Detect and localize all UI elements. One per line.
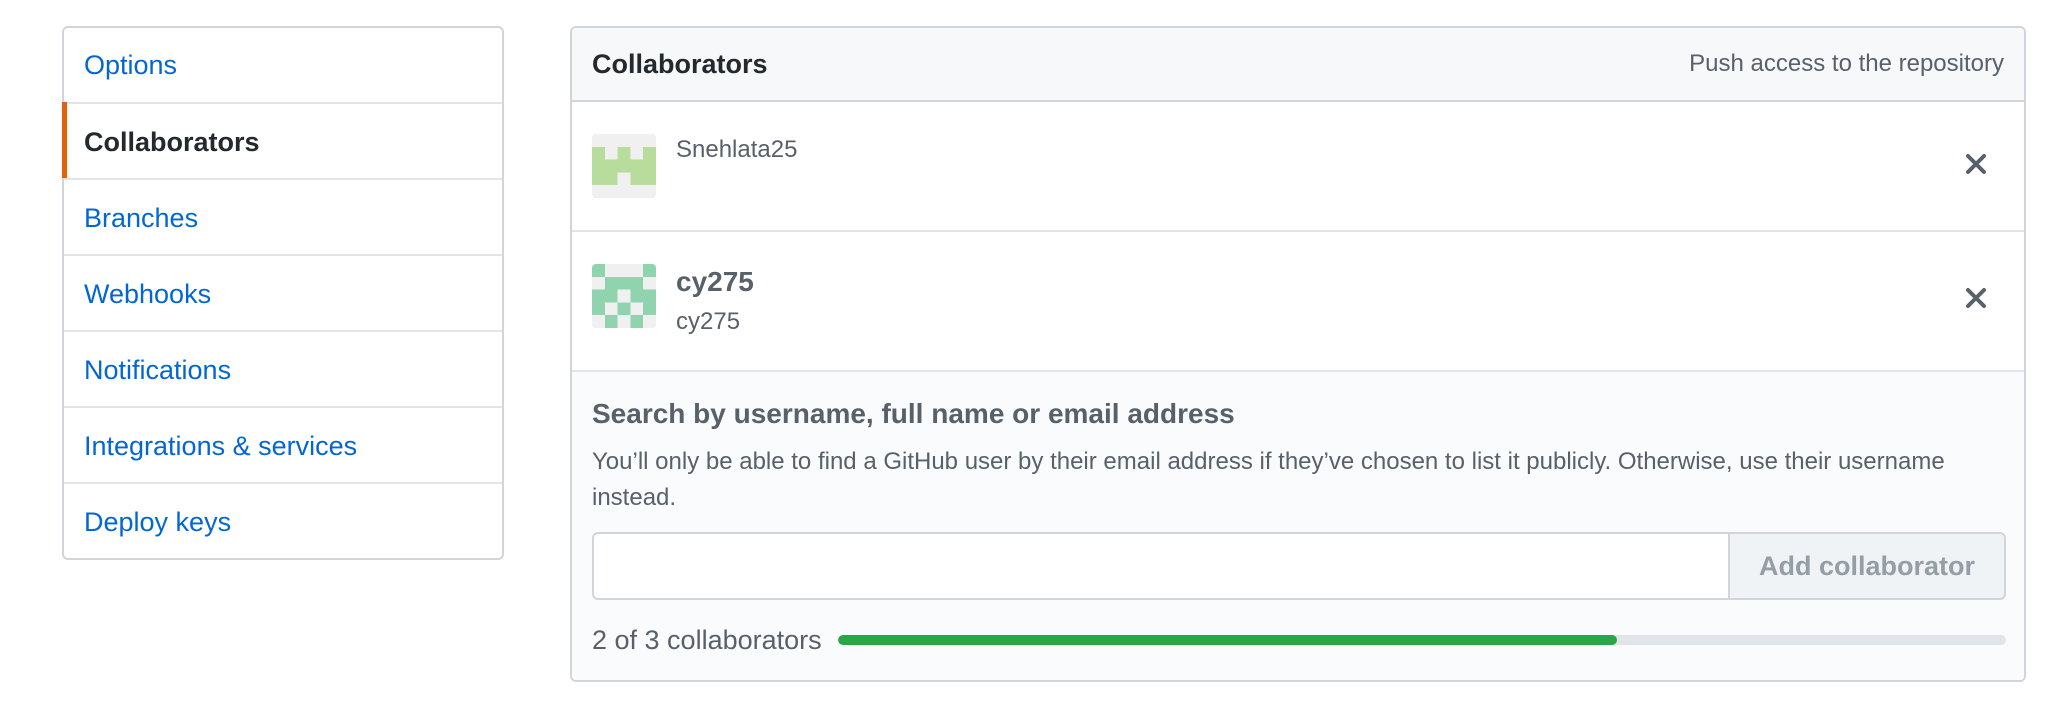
add-collaborator-section: Search by username, full name or email a… xyxy=(572,372,2024,680)
close-icon xyxy=(1966,154,1986,174)
collaborator-count-row: 2 of 3 collaborators xyxy=(592,620,2006,660)
menu-item-deploy-keys[interactable]: Deploy keys xyxy=(64,482,502,558)
remove-collaborator-button[interactable] xyxy=(1958,146,1994,182)
close-icon xyxy=(1966,288,1986,308)
menu-item-notifications[interactable]: Notifications xyxy=(64,330,502,406)
menu-item-webhooks[interactable]: Webhooks xyxy=(64,254,502,330)
avatar[interactable] xyxy=(592,134,656,198)
collaborator-progress-fill xyxy=(837,635,1617,645)
collaborator-count: 2 of 3 collaborators xyxy=(592,624,822,655)
remove-collaborator-button[interactable] xyxy=(1958,280,1994,316)
add-collaborator-form: Add collaborator xyxy=(592,532,2006,600)
collaborator-name[interactable]: cy275 xyxy=(676,266,754,298)
collaborator-row: cy275 cy275 xyxy=(572,232,2024,372)
identicon-image xyxy=(592,134,656,198)
add-collaborator-heading: Search by username, full name or email a… xyxy=(592,398,1235,429)
collaborators-box: Collaborators Push access to the reposit… xyxy=(570,26,2026,682)
collaborators-header: Collaborators Push access to the reposit… xyxy=(572,28,2024,102)
add-collaborator-note: You’ll only be able to find a GitHub use… xyxy=(592,448,1945,511)
collaborator-search-input[interactable] xyxy=(592,532,1728,600)
collaborators-title: Collaborators xyxy=(592,48,768,79)
collaborator-login: cy275 xyxy=(676,308,741,335)
settings-menu: Options Collaborators Branches Webhooks … xyxy=(62,26,504,560)
menu-item-collaborators[interactable]: Collaborators xyxy=(62,102,502,178)
collaborator-progress-bar xyxy=(837,635,2006,645)
add-collaborator-button[interactable]: Add collaborator xyxy=(1728,532,2006,600)
collaborators-subtitle: Push access to the repository xyxy=(1689,50,2004,77)
avatar[interactable] xyxy=(592,264,656,328)
menu-item-branches[interactable]: Branches xyxy=(64,178,502,254)
collaborator-login[interactable]: Snehlata25 xyxy=(676,136,797,164)
menu-item-integrations[interactable]: Integrations & services xyxy=(64,406,502,482)
identicon-image xyxy=(592,264,656,328)
collaborator-row: Snehlata25 xyxy=(572,102,2024,232)
menu-item-options[interactable]: Options xyxy=(64,28,502,102)
